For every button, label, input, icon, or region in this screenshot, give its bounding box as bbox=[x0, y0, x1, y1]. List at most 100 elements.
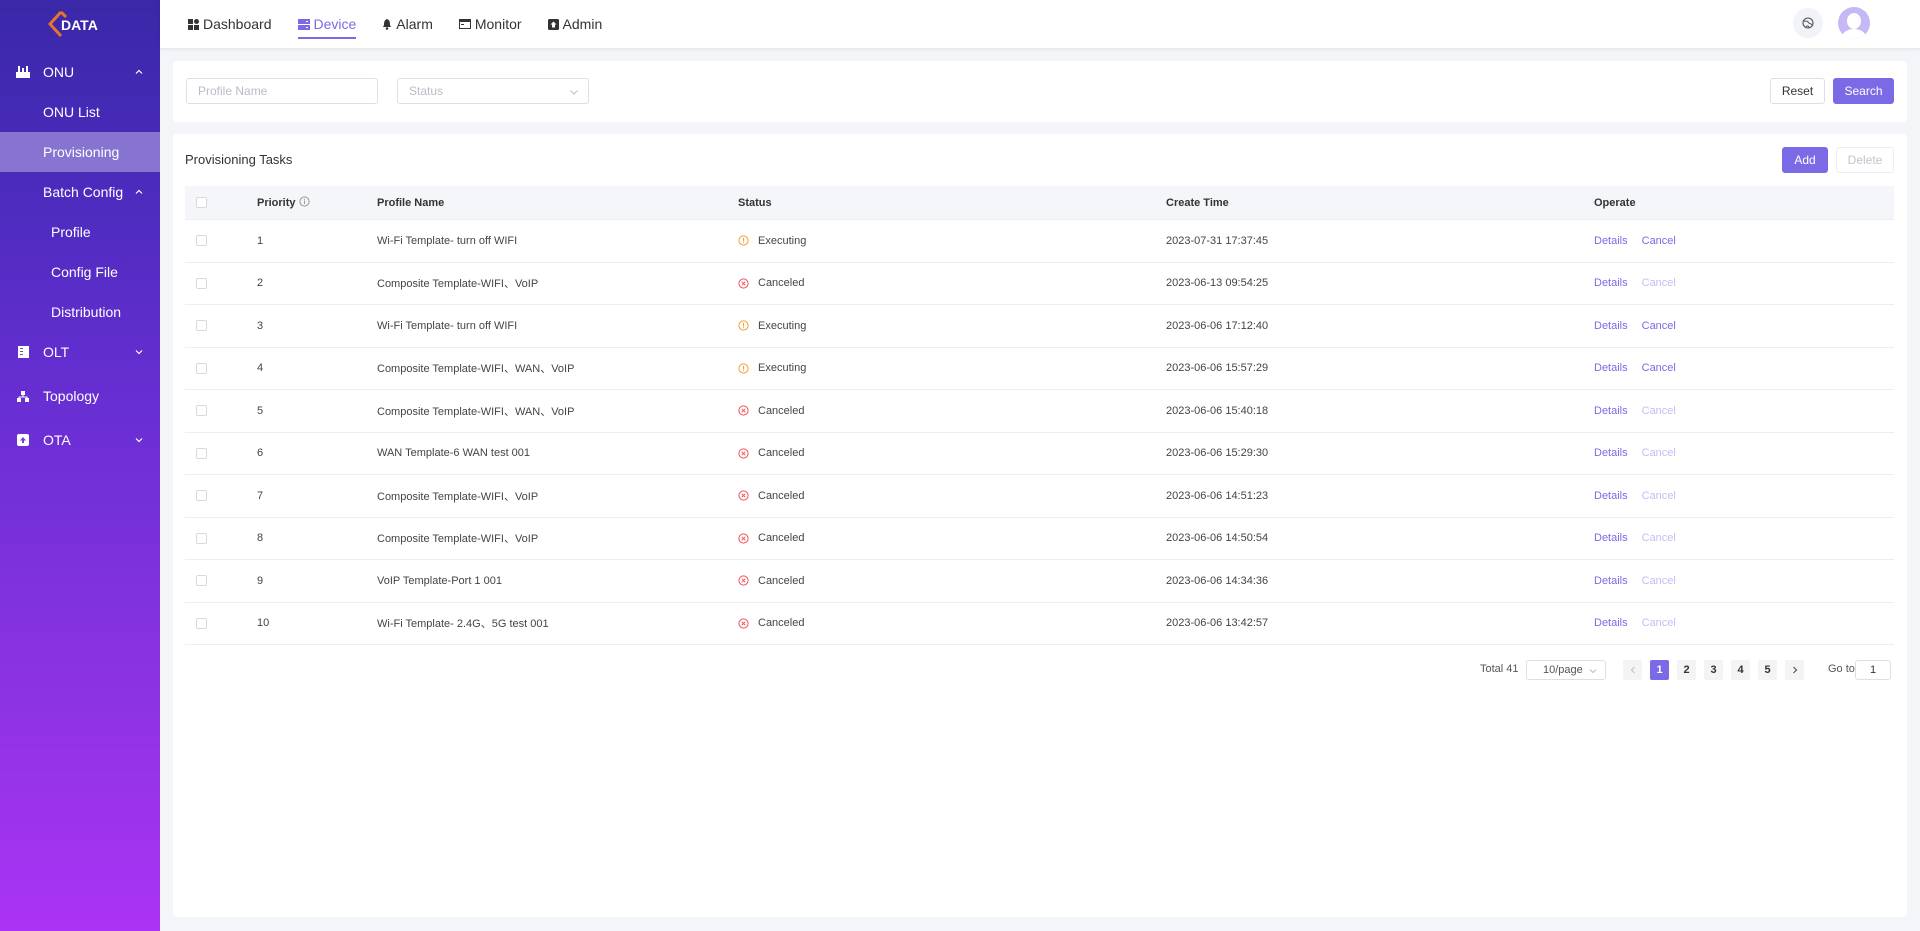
sidebar-item-batch-config[interactable]: Batch Config bbox=[0, 172, 160, 212]
server-list-icon bbox=[16, 345, 30, 359]
priority-cell: 4 bbox=[257, 362, 264, 375]
create-time-cell: 2023-07-31 17:37:45 bbox=[1166, 234, 1269, 247]
next-page-button[interactable] bbox=[1785, 660, 1804, 680]
delete-button[interactable]: Delete bbox=[1836, 147, 1894, 173]
details-link[interactable]: Details bbox=[1594, 405, 1628, 417]
table-row: 9 VoIP Template-Port 1 001 Canceled 2023… bbox=[185, 560, 1894, 603]
user-avatar[interactable] bbox=[1838, 7, 1870, 39]
cancel-link[interactable]: Cancel bbox=[1642, 277, 1676, 289]
admin-icon bbox=[547, 18, 559, 30]
cancel-link[interactable]: Cancel bbox=[1642, 405, 1676, 417]
sidebar-item-topology[interactable]: Topology bbox=[0, 376, 160, 416]
logo[interactable]: DATA bbox=[0, 0, 160, 48]
details-link[interactable]: Details bbox=[1594, 575, 1628, 587]
priority-cell: 7 bbox=[257, 489, 264, 502]
profile-name-cell: VoIP Template-Port 1 001 bbox=[377, 574, 502, 587]
upload-icon bbox=[16, 433, 30, 447]
details-link[interactable]: Details bbox=[1594, 617, 1628, 629]
cancel-link[interactable]: Cancel bbox=[1642, 617, 1676, 629]
cancel-link[interactable]: Cancel bbox=[1642, 235, 1676, 247]
row-checkbox[interactable] bbox=[196, 405, 207, 417]
cancel-link[interactable]: Cancel bbox=[1642, 490, 1676, 502]
reset-button[interactable]: Reset bbox=[1770, 78, 1825, 104]
details-link[interactable]: Details bbox=[1594, 490, 1628, 502]
details-link[interactable]: Details bbox=[1594, 277, 1628, 289]
sidebar-item-config-file[interactable]: Config File bbox=[0, 252, 160, 292]
status-select-placeholder: Status bbox=[409, 84, 444, 98]
details-link[interactable]: Details bbox=[1594, 362, 1628, 374]
details-link[interactable]: Details bbox=[1594, 532, 1628, 544]
row-checkbox[interactable] bbox=[196, 532, 207, 544]
sidebar-item-onu[interactable]: ONU bbox=[0, 52, 160, 92]
operate-cell: Details Cancel bbox=[1594, 447, 1894, 459]
warning-circle-icon bbox=[738, 363, 749, 374]
row-checkbox[interactable] bbox=[196, 447, 207, 459]
details-link[interactable]: Details bbox=[1594, 235, 1628, 247]
profile-name-cell: Composite Template-WIFI、WAN、VoIP bbox=[377, 405, 575, 418]
page-size-value: 10/page bbox=[1543, 664, 1583, 676]
tab-admin[interactable]: Admin bbox=[547, 0, 602, 48]
page-button-2[interactable]: 2 bbox=[1677, 660, 1696, 680]
details-link[interactable]: Details bbox=[1594, 447, 1628, 459]
sidebar-item-ota[interactable]: OTA bbox=[0, 420, 160, 460]
tab-label: Alarm bbox=[396, 16, 433, 32]
cancel-link[interactable]: Cancel bbox=[1642, 362, 1676, 374]
chevron-up-icon bbox=[135, 69, 143, 74]
page-size-select[interactable]: 10/page bbox=[1526, 660, 1606, 680]
cancel-link[interactable]: Cancel bbox=[1642, 447, 1676, 459]
status-cell: Canceled bbox=[738, 277, 1166, 289]
tab-device[interactable]: Device bbox=[297, 0, 356, 48]
profile-name-input[interactable] bbox=[186, 78, 378, 104]
sidebar-item-onu-list[interactable]: ONU List bbox=[0, 92, 160, 132]
panel-title: Provisioning Tasks bbox=[185, 152, 293, 167]
row-checkbox[interactable] bbox=[196, 235, 207, 247]
status-cell: Executing bbox=[738, 235, 1166, 247]
page-button-1[interactable]: 1 bbox=[1650, 660, 1669, 680]
row-checkbox[interactable] bbox=[196, 617, 207, 629]
info-icon[interactable] bbox=[298, 196, 310, 207]
status-cell: Canceled bbox=[738, 490, 1166, 502]
status-select[interactable]: Status bbox=[397, 78, 589, 104]
details-link[interactable]: Details bbox=[1594, 320, 1628, 332]
goto-page-input[interactable] bbox=[1855, 660, 1891, 680]
sidebar-item-distribution[interactable]: Distribution bbox=[0, 292, 160, 332]
create-time-cell: 2023-06-13 09:54:25 bbox=[1166, 277, 1269, 290]
warning-circle-icon bbox=[738, 235, 749, 246]
prev-page-button[interactable] bbox=[1623, 660, 1642, 680]
sidebar-item-label: Profile bbox=[51, 224, 91, 240]
column-header-profile-name: Profile Name bbox=[377, 196, 445, 209]
sidebar-item-olt[interactable]: OLT bbox=[0, 332, 160, 372]
create-time-cell: 2023-06-06 14:34:36 bbox=[1166, 574, 1269, 587]
operate-cell: Details Cancel bbox=[1594, 235, 1894, 247]
row-checkbox[interactable] bbox=[196, 277, 207, 289]
router-icon bbox=[16, 65, 30, 79]
language-button[interactable] bbox=[1793, 8, 1823, 38]
row-checkbox[interactable] bbox=[196, 490, 207, 502]
tab-alarm[interactable]: Alarm bbox=[382, 0, 433, 48]
page-button-5[interactable]: 5 bbox=[1758, 660, 1777, 680]
page-button-3[interactable]: 3 bbox=[1704, 660, 1723, 680]
chevron-left-icon bbox=[1630, 666, 1635, 674]
table-row: 10 Wi-Fi Template- 2.4G、5G test 001 Canc… bbox=[185, 603, 1894, 645]
create-time-cell: 2023-06-06 17:12:40 bbox=[1166, 319, 1269, 332]
search-button[interactable]: Search bbox=[1833, 78, 1894, 104]
select-all-checkbox[interactable] bbox=[196, 197, 207, 208]
operate-cell: Details Cancel bbox=[1594, 405, 1894, 417]
tab-monitor[interactable]: Monitor bbox=[458, 0, 522, 48]
topology-icon bbox=[16, 389, 30, 403]
sidebar-item-profile[interactable]: Profile bbox=[0, 212, 160, 252]
row-checkbox[interactable] bbox=[196, 575, 207, 587]
top-header: Dashboard Device Alarm Monitor Admin bbox=[160, 0, 1920, 48]
row-checkbox[interactable] bbox=[196, 320, 207, 332]
page-button-4[interactable]: 4 bbox=[1731, 660, 1750, 680]
cancel-link[interactable]: Cancel bbox=[1642, 575, 1676, 587]
status-cell: Canceled bbox=[738, 447, 1166, 459]
cancel-link[interactable]: Cancel bbox=[1642, 320, 1676, 332]
add-button[interactable]: Add bbox=[1782, 147, 1828, 173]
tab-dashboard[interactable]: Dashboard bbox=[188, 0, 272, 48]
row-checkbox[interactable] bbox=[196, 362, 207, 374]
table-row: 1 Wi-Fi Template- turn off WIFI Executin… bbox=[185, 220, 1894, 263]
create-time-cell: 2023-06-06 14:50:54 bbox=[1166, 532, 1269, 545]
cancel-link[interactable]: Cancel bbox=[1642, 532, 1676, 544]
sidebar-item-provisioning[interactable]: Provisioning bbox=[0, 132, 160, 172]
